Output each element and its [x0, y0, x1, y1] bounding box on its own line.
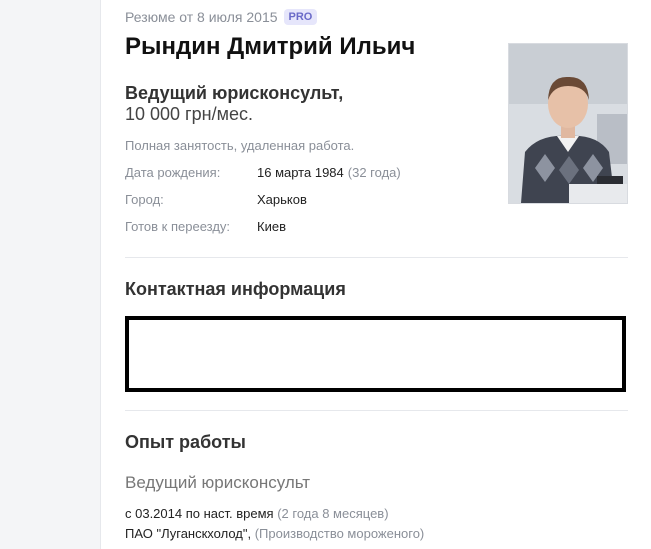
candidate-photo [508, 43, 628, 204]
company-name: ПАО "Луганскхолод", [125, 526, 252, 541]
job-period-line: с 03.2014 по наст. время (2 года 8 месяц… [125, 506, 389, 521]
city-label: Город: [125, 192, 164, 207]
resume-page: Резюме от 8 июля 2015 PRO Рындин Дмитрий… [0, 0, 651, 549]
pro-badge: PRO [283, 9, 318, 25]
relocation-label: Готов к переезду: [125, 219, 231, 234]
divider [125, 257, 628, 258]
divider [125, 410, 628, 411]
company-industry: (Производство мороженого) [254, 526, 425, 541]
age-value: (32 года) [347, 165, 401, 180]
relocation-value: Киев [257, 219, 286, 234]
contact-info-redacted-box [125, 316, 626, 392]
position-title: Ведущий юрисконсульт, [125, 83, 344, 103]
relocation-row: Готов к переезду: Киев [125, 219, 286, 234]
candidate-name: Рындин Дмитрий Ильич [125, 33, 416, 60]
left-sidebar [0, 0, 101, 549]
job-period: с 03.2014 по наст. время [125, 506, 274, 521]
resume-date-label: Резюме от 8 июля 2015 [125, 9, 278, 25]
resume-date: Резюме от 8 июля 2015 PRO [125, 9, 318, 25]
contacts-section-title: Контактная информация [125, 279, 346, 299]
city-row: Город: Харьков [125, 192, 307, 207]
job-company-line: ПАО "Луганскхолод", (Производство мороже… [125, 526, 424, 541]
experience-section-title: Опыт работы [125, 432, 246, 452]
candidate-photo-image [509, 44, 627, 203]
birth-date-label: Дата рождения: [125, 165, 221, 180]
city-value: Харьков [257, 192, 307, 207]
birth-date-row: Дата рождения: 16 марта 1984 (32 года) [125, 165, 401, 180]
job-title: Ведущий юрисконсульт [125, 473, 311, 492]
birth-date-value: 16 марта 1984 [257, 165, 344, 180]
employment-type: Полная занятость, удаленная работа. [125, 138, 355, 153]
job-duration: (2 года 8 месяцев) [277, 506, 389, 521]
salary: 10 000 грн/мес. [125, 104, 253, 124]
